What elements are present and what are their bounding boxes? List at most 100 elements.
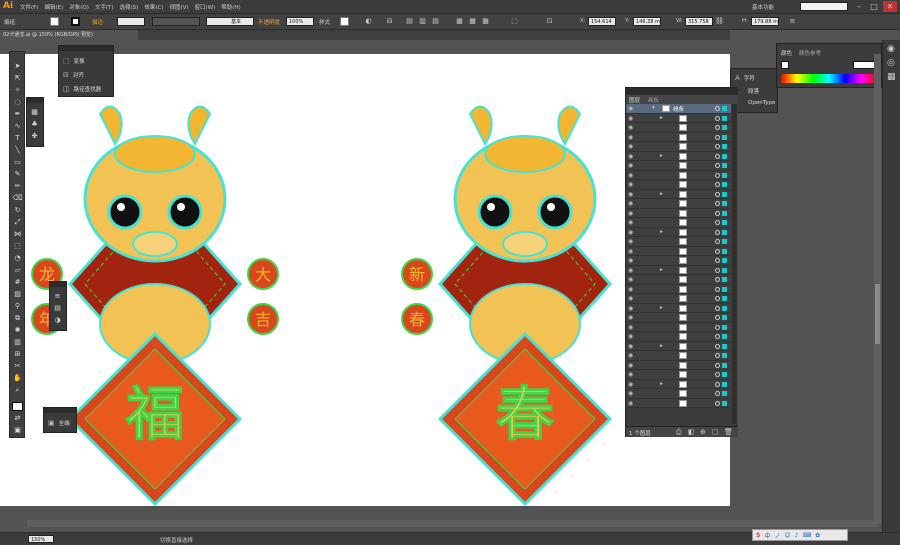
layer-row[interactable]: ◉ <box>626 322 731 332</box>
eye-icon[interactable]: ◉ <box>628 162 633 169</box>
ime-lang-icon[interactable]: 中 <box>764 531 770 540</box>
document-tab[interactable]: 02卡通龙.ai @ 150% (RGB/GPU 预览) <box>0 30 138 40</box>
layer-row[interactable]: ◉ <box>626 170 731 180</box>
layer-row[interactable]: ◉ <box>626 398 731 408</box>
eye-icon[interactable]: ◉ <box>628 286 633 293</box>
layer-row[interactable]: ◉ <box>626 389 731 399</box>
layer-row[interactable]: ◉ <box>626 351 731 361</box>
dragon-artwork-right[interactable]: 春 新 春 <box>395 94 655 514</box>
eye-icon[interactable]: ◉ <box>628 238 633 245</box>
eye-icon[interactable]: ◉ <box>628 400 633 407</box>
expand-icon[interactable]: ▸ <box>660 343 663 349</box>
width-tool-icon[interactable]: ⋈ <box>12 230 23 239</box>
width-field[interactable]: 315.758 <box>685 17 713 26</box>
eraser-icon[interactable]: ⌫ <box>12 194 23 203</box>
eye-icon[interactable]: ◉ <box>628 219 633 226</box>
layer-row[interactable]: ◉ <box>626 161 731 171</box>
pencil-icon[interactable]: ✏ <box>12 182 23 191</box>
align-bottom-icon[interactable]: ▦ <box>481 17 490 26</box>
color-panel-icon[interactable]: ◉ <box>887 44 895 54</box>
align-icon[interactable]: ⊟ <box>385 17 394 26</box>
ime-voice-icon[interactable]: ♪ <box>795 532 799 539</box>
type-tool-icon[interactable]: T <box>12 134 23 143</box>
export-icon[interactable]: ⎙ <box>676 428 682 437</box>
target-icon[interactable] <box>715 163 720 168</box>
ime-punct-icon[interactable]: ノ <box>774 531 780 540</box>
recolor-icon[interactable]: ◐ <box>364 17 373 26</box>
eye-icon[interactable]: ◉ <box>628 191 633 198</box>
screen-mode-icon[interactable]: ▣ <box>12 426 23 435</box>
layer-row[interactable]: ◉ <box>626 294 731 304</box>
expand-icon[interactable]: ▸ <box>660 305 663 311</box>
eye-icon[interactable]: ◉ <box>628 105 633 112</box>
blend-icon[interactable]: ⧉ <box>12 314 23 323</box>
shape-builder-icon[interactable]: ◔ <box>12 254 23 263</box>
align-left-icon[interactable]: ▤ <box>405 17 414 26</box>
target-icon[interactable] <box>715 258 720 263</box>
target-icon[interactable] <box>715 248 720 254</box>
eye-icon[interactable]: ◉ <box>628 267 633 274</box>
align-top-icon[interactable]: ▦ <box>455 17 464 26</box>
flyout-align[interactable]: ⊟ 对齐 <box>63 71 84 79</box>
scroll-thumb[interactable] <box>875 284 880 344</box>
reference-point-icon[interactable]: ⊡ <box>545 17 554 26</box>
menu-edit[interactable]: 编辑(E) <box>44 3 63 11</box>
target-icon[interactable] <box>715 362 720 368</box>
layer-row[interactable]: ◉ <box>626 237 731 247</box>
hand-tool-icon[interactable]: ✋ <box>12 374 23 383</box>
expand-icon[interactable]: ▸ <box>660 153 663 159</box>
target-icon[interactable] <box>715 315 720 320</box>
layer-row[interactable]: ◉ ▸ <box>626 341 731 351</box>
target-icon[interactable] <box>715 115 720 121</box>
zoom-field[interactable]: 150% <box>28 535 54 543</box>
expand-icon[interactable]: ▸ <box>660 115 663 121</box>
eye-icon[interactable]: ◉ <box>628 333 633 340</box>
graph-icon[interactable]: ▥ <box>12 338 23 347</box>
y-field[interactable]: 146.38 m <box>633 17 661 26</box>
symbol-sprayer-icon[interactable]: ✺ <box>12 326 23 335</box>
layer-row[interactable]: ◉ ▸ <box>626 379 731 389</box>
target-icon[interactable] <box>715 125 720 130</box>
panel-menu-icon[interactable]: ≡ <box>788 17 797 26</box>
target-icon[interactable] <box>715 191 720 197</box>
align-center-icon[interactable]: ▥ <box>418 17 427 26</box>
delete-icon[interactable]: 🗑 <box>724 428 733 436</box>
pen-tool-icon[interactable]: ✒ <box>12 110 23 119</box>
eye-icon[interactable]: ◉ <box>628 134 633 141</box>
target-icon[interactable] <box>715 305 720 311</box>
layer-row[interactable]: ◉ ▸ <box>626 265 731 275</box>
rotate-icon[interactable]: ↻ <box>12 206 23 215</box>
vertical-scrollbar[interactable] <box>874 54 881 524</box>
target-icon[interactable] <box>715 353 720 358</box>
menu-object[interactable]: 对象(O) <box>69 3 89 11</box>
target-icon[interactable] <box>715 134 720 140</box>
eye-icon[interactable]: ◉ <box>628 229 633 236</box>
eye-icon[interactable]: ◉ <box>628 352 633 359</box>
height-field[interactable]: 179.88 m <box>751 17 779 26</box>
stroke-label[interactable]: 描边 <box>92 18 103 26</box>
gradient-icon[interactable]: ▨ <box>12 290 23 299</box>
opacity-label[interactable]: 不透明度 <box>258 18 280 26</box>
workspace-switcher[interactable]: 基本功能 <box>752 3 774 11</box>
menu-view[interactable]: 视图(V) <box>169 3 188 11</box>
maximize-icon[interactable]: □ <box>867 1 881 12</box>
eye-icon[interactable]: ◉ <box>628 314 633 321</box>
artboard-tool-icon[interactable]: ⊞ <box>12 350 23 359</box>
target-icon[interactable] <box>715 106 720 111</box>
fill-swatch[interactable] <box>50 17 59 26</box>
layer-row[interactable]: ◉ ▸ <box>626 113 731 123</box>
flyout-pathfinder[interactable]: ◫ 路径查找器 <box>63 85 101 93</box>
color-tab[interactable]: 颜色 <box>781 49 792 57</box>
align-middle-icon[interactable]: ▦ <box>468 17 477 26</box>
eye-icon[interactable]: ◉ <box>628 172 633 179</box>
menu-help[interactable]: 帮助(H) <box>221 3 240 11</box>
eye-icon[interactable]: ◉ <box>628 362 633 369</box>
direct-selection-tool-icon[interactable]: ⇱ <box>12 74 23 83</box>
transparency-icon[interactable]: ◑ <box>52 316 63 325</box>
new-sublayer-icon[interactable]: ⊕ <box>700 428 706 436</box>
eye-icon[interactable]: ◉ <box>628 200 633 207</box>
menu-effect[interactable]: 效果(C) <box>144 3 163 11</box>
layer-row[interactable]: ◉ <box>626 332 731 342</box>
magic-wand-icon[interactable]: ✧ <box>12 86 23 95</box>
menu-type[interactable]: 文字(T) <box>95 3 114 11</box>
